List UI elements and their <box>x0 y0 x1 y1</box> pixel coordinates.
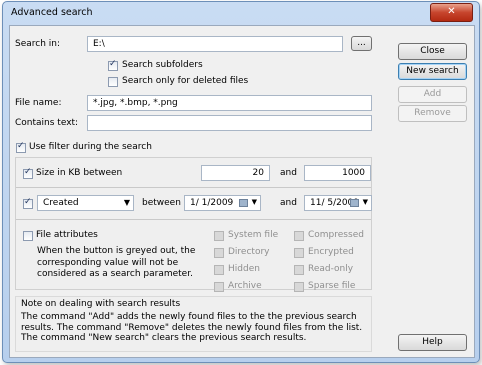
read-only-checkbox[interactable] <box>294 265 304 275</box>
size-and-label: and <box>280 168 297 178</box>
search-subfolders-checkbox[interactable] <box>108 59 118 71</box>
chevron-down-icon: ▼ <box>362 198 368 206</box>
hidden-label: Hidden <box>228 264 260 274</box>
between-label: between <box>142 198 181 208</box>
archive-checkbox[interactable] <box>214 282 224 292</box>
use-filter-label: Use filter during the search <box>29 142 152 152</box>
hidden-checkbox[interactable] <box>214 265 224 275</box>
help-button[interactable]: Help <box>398 334 467 351</box>
dialog-body: Search in: E:\ ... Search subfolders Sea… <box>9 25 475 358</box>
deleted-only-label: Search only for deleted files <box>122 76 249 86</box>
title-bar: Advanced search ✕ <box>3 2 479 24</box>
contains-text-field[interactable] <box>87 115 372 131</box>
use-filter-checkbox[interactable] <box>16 141 26 153</box>
filter-separator-1 <box>16 187 371 188</box>
size-max-field[interactable]: 1000 <box>304 165 371 181</box>
date-from-picker[interactable]: 1/ 1/2009 ▼ <box>184 195 261 211</box>
chevron-down-icon: ▼ <box>251 198 257 206</box>
archive-label: Archive <box>228 281 262 291</box>
window-close-icon[interactable]: ✕ <box>430 3 473 22</box>
date-checkbox[interactable] <box>23 197 33 209</box>
search-in-field[interactable]: E:\ <box>87 36 343 52</box>
calendar-icon <box>350 199 359 207</box>
size-label: Size in KB between <box>36 168 123 178</box>
close-button[interactable]: Close <box>398 43 467 60</box>
filter-separator-2 <box>16 219 371 220</box>
add-button[interactable]: Add <box>398 86 467 103</box>
new-search-button[interactable]: New search <box>398 63 467 80</box>
directory-checkbox[interactable] <box>214 248 224 258</box>
search-subfolders-label: Search subfolders <box>122 60 203 70</box>
calendar-icon <box>239 199 248 207</box>
sparse-file-checkbox[interactable] <box>294 282 304 292</box>
note-title: Note on dealing with search results <box>21 299 181 309</box>
file-attributes-note: When the button is greyed out, the corre… <box>37 246 196 279</box>
date-and-label: and <box>280 198 297 208</box>
encrypted-label: Encrypted <box>308 247 354 257</box>
file-attributes-checkbox[interactable] <box>23 231 33 241</box>
browse-button[interactable]: ... <box>351 36 372 51</box>
deleted-only-checkbox[interactable] <box>108 77 118 87</box>
file-attributes-label: File attributes <box>36 230 98 240</box>
date-from-value: 1/ 1/2009 <box>190 198 234 208</box>
directory-label: Directory <box>228 247 270 257</box>
system-file-checkbox[interactable] <box>214 231 224 241</box>
size-min-field[interactable]: 20 <box>201 165 270 181</box>
encrypted-checkbox[interactable] <box>294 248 304 258</box>
size-checkbox[interactable] <box>23 167 33 179</box>
note-panel: Note on dealing with search results The … <box>15 296 372 352</box>
compressed-checkbox[interactable] <box>294 231 304 241</box>
compressed-label: Compressed <box>308 230 364 240</box>
file-name-label: File name: <box>15 98 62 108</box>
date-type-value: Created <box>43 198 79 208</box>
date-to-picker[interactable]: 11/ 5/2009 ▼ <box>304 195 372 211</box>
window-title: Advanced search <box>11 7 93 18</box>
contains-text-label: Contains text: <box>15 118 79 128</box>
sparse-file-label: Sparse file <box>308 281 356 291</box>
file-name-field[interactable]: *.jpg, *.bmp, *.png <box>87 95 372 111</box>
remove-button[interactable]: Remove <box>398 105 467 122</box>
search-in-label: Search in: <box>15 39 61 49</box>
date-type-select[interactable]: Created ▼ <box>37 195 134 211</box>
chevron-down-icon: ▼ <box>123 198 130 207</box>
filter-panel: Size in KB between 20 and 1000 Created ▼… <box>15 157 372 292</box>
system-file-label: System file <box>228 230 279 240</box>
note-body: The command "Add" adds the newly found f… <box>21 312 363 343</box>
read-only-label: Read-only <box>308 264 354 274</box>
advanced-search-dialog: Advanced search ✕ Search in: E:\ ... Sea… <box>2 1 480 363</box>
